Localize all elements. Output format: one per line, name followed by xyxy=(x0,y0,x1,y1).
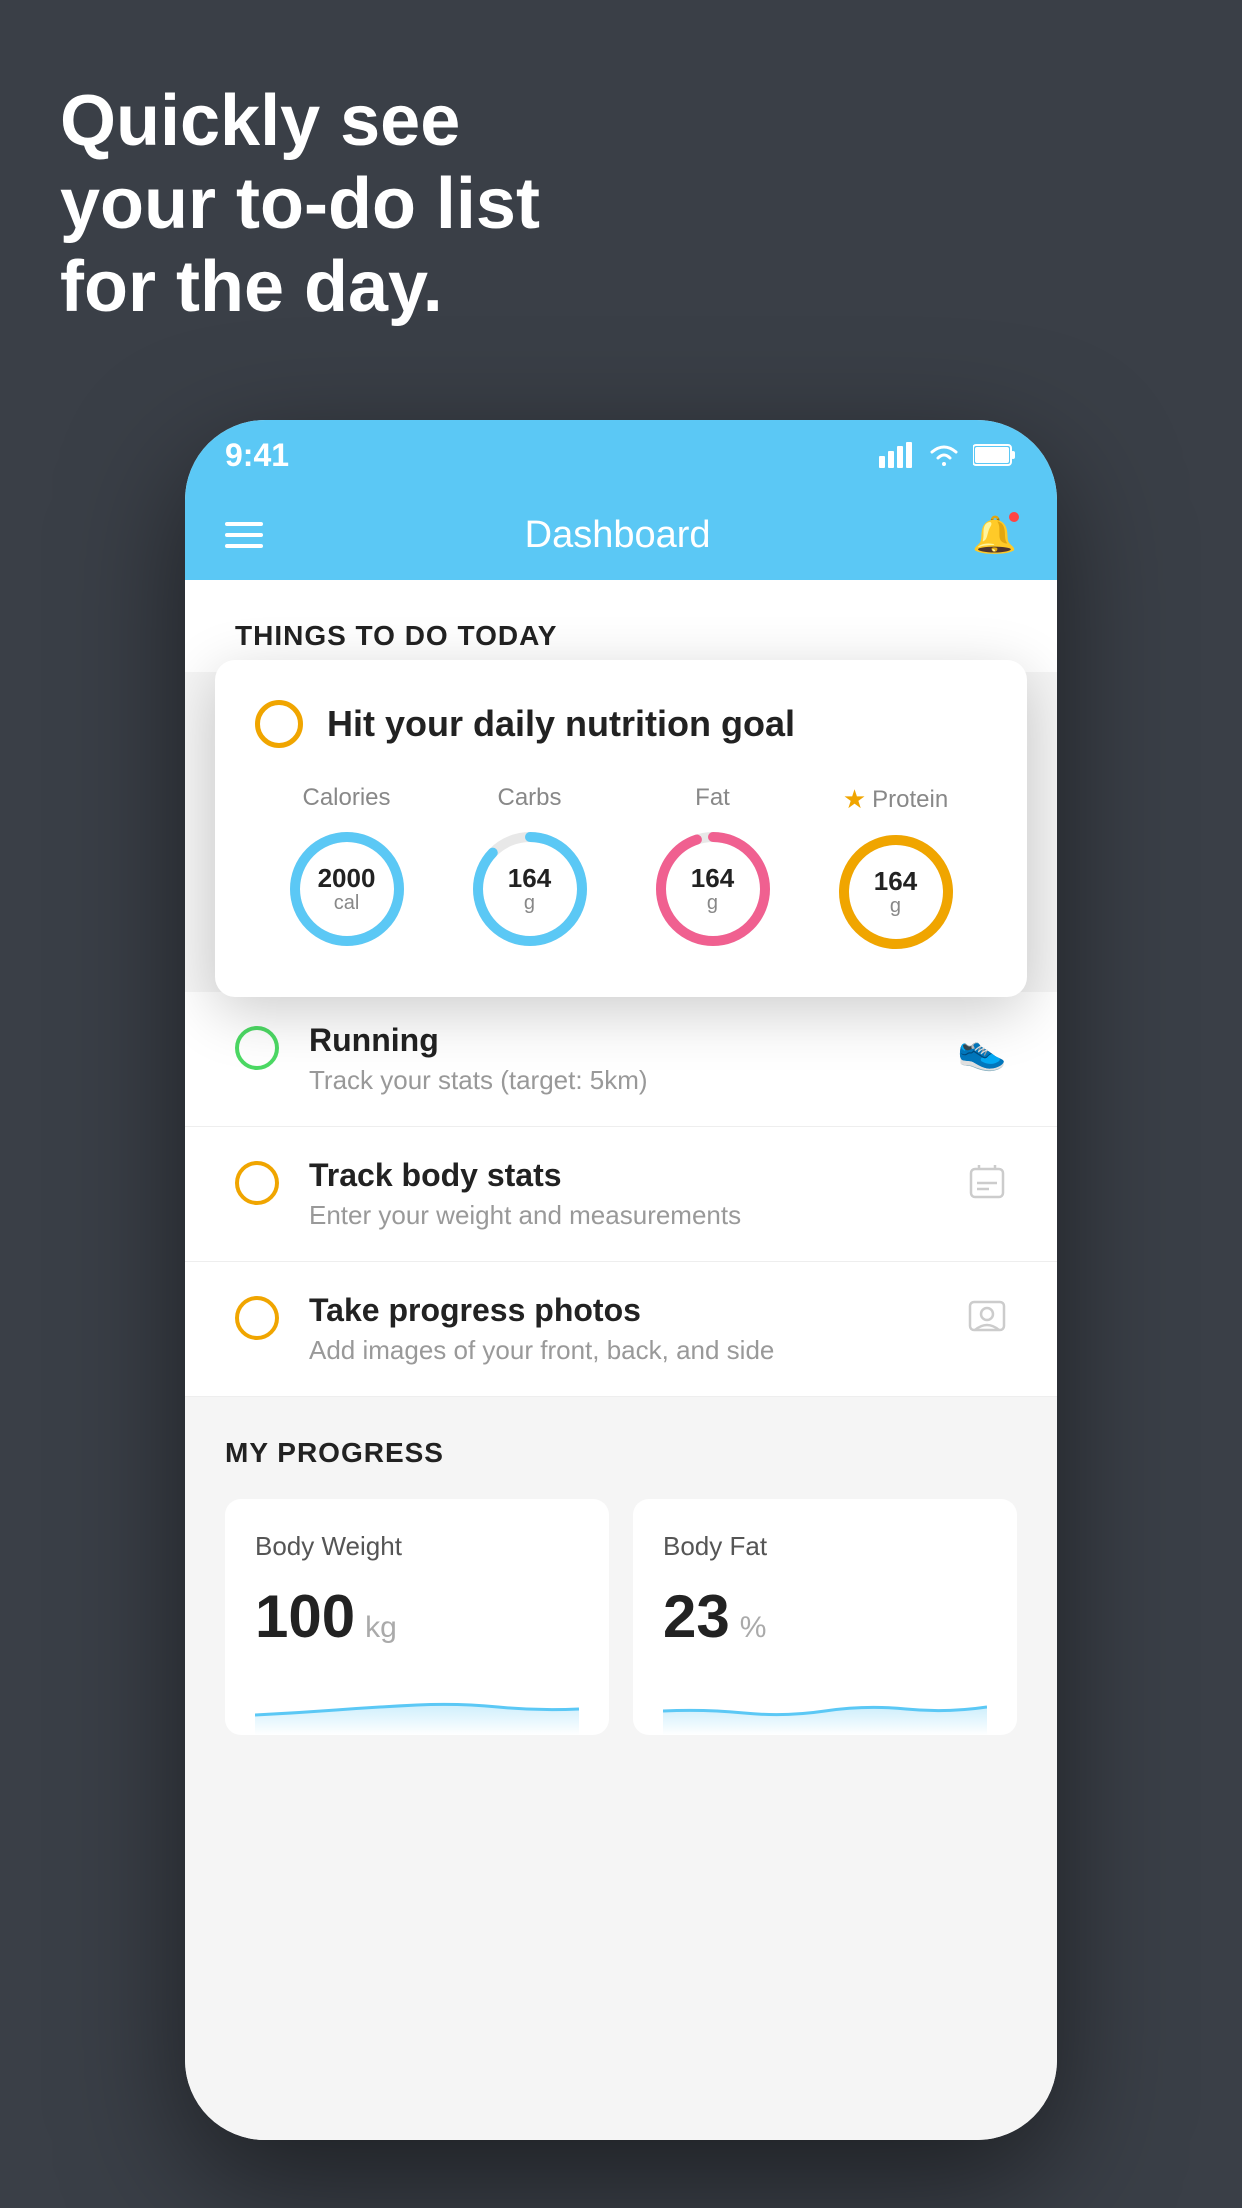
body-weight-value-row: 100 kg xyxy=(255,1582,579,1651)
body-stats-subtitle: Enter your weight and measurements xyxy=(309,1200,937,1231)
body-fat-unit: % xyxy=(740,1611,767,1645)
carbs-chart: 164 g xyxy=(465,824,595,954)
body-stats-title: Track body stats xyxy=(309,1157,937,1194)
wifi-icon xyxy=(927,442,961,468)
scale-icon xyxy=(967,1161,1007,1211)
body-weight-title: Body Weight xyxy=(255,1531,579,1562)
fat-chart: 164 g xyxy=(648,824,778,954)
progress-cards: Body Weight 100 kg xyxy=(225,1499,1017,1735)
progress-photos-subtitle: Add images of your front, back, and side xyxy=(309,1335,937,1366)
todo-list: Running Track your stats (target: 5km) 👟… xyxy=(185,992,1057,1397)
progress-photos-radio[interactable] xyxy=(235,1296,279,1340)
nav-title: Dashboard xyxy=(525,514,711,557)
body-stats-radio[interactable] xyxy=(235,1161,279,1205)
hero-line1: Quickly see xyxy=(60,80,540,163)
running-radio[interactable] xyxy=(235,1026,279,1070)
body-weight-unit: kg xyxy=(365,1611,397,1645)
carbs-value: 164 xyxy=(508,863,551,894)
notification-dot xyxy=(1007,510,1021,524)
hero-line3: for the day. xyxy=(60,246,540,329)
status-icons xyxy=(879,442,1017,468)
progress-section: MY PROGRESS Body Weight 100 kg xyxy=(185,1397,1057,1735)
person-photo-icon xyxy=(967,1296,1007,1346)
protein-label-row: ★ Protein xyxy=(843,784,948,815)
body-fat-value-row: 23 % xyxy=(663,1582,987,1651)
nutrition-card-title: Hit your daily nutrition goal xyxy=(327,703,795,745)
progress-photos-title: Take progress photos xyxy=(309,1292,937,1329)
calories-label: Calories xyxy=(302,784,390,812)
body-fat-card[interactable]: Body Fat 23 % xyxy=(633,1499,1017,1735)
progress-header: MY PROGRESS xyxy=(225,1437,1017,1469)
progress-photos-text: Take progress photos Add images of your … xyxy=(309,1292,937,1366)
nutrition-card: Hit your daily nutrition goal Calories 2… xyxy=(215,660,1027,997)
protein-value: 164 xyxy=(874,866,917,897)
running-shoe-icon: 👟 xyxy=(957,1026,1007,1073)
fat-value: 164 xyxy=(691,863,734,894)
signal-icon xyxy=(879,442,915,468)
nutrition-calories: Calories 2000 cal xyxy=(282,784,412,954)
status-time: 9:41 xyxy=(225,437,289,474)
star-icon: ★ xyxy=(843,784,866,815)
fat-label: Fat xyxy=(695,784,730,812)
todo-running[interactable]: Running Track your stats (target: 5km) 👟 xyxy=(185,992,1057,1127)
nutrition-fat: Fat 164 g xyxy=(648,784,778,954)
body-stats-text: Track body stats Enter your weight and m… xyxy=(309,1157,937,1231)
calories-unit: cal xyxy=(318,892,376,915)
card-title-row: Hit your daily nutrition goal xyxy=(255,700,987,748)
nav-bar: Dashboard 🔔 xyxy=(185,490,1057,580)
calories-value: 2000 xyxy=(318,863,376,894)
carbs-label: Carbs xyxy=(497,784,561,812)
phone-mockup: 9:41 xyxy=(185,420,1057,2140)
content-area: THINGS TO DO TODAY Hit your daily nutrit… xyxy=(185,580,1057,2140)
body-weight-card[interactable]: Body Weight 100 kg xyxy=(225,1499,609,1735)
body-fat-number: 23 xyxy=(663,1582,730,1651)
nutrition-carbs: Carbs 164 g xyxy=(465,784,595,954)
running-text: Running Track your stats (target: 5km) xyxy=(309,1022,927,1096)
fat-unit: g xyxy=(691,892,734,915)
nutrition-protein: ★ Protein 164 g xyxy=(831,784,961,957)
hero-text: Quickly see your to-do list for the day. xyxy=(60,80,540,328)
calories-chart: 2000 cal xyxy=(282,824,412,954)
body-fat-title: Body Fat xyxy=(663,1531,987,1562)
carbs-unit: g xyxy=(508,892,551,915)
menu-button[interactable] xyxy=(225,522,263,548)
body-weight-chart xyxy=(255,1675,579,1735)
running-subtitle: Track your stats (target: 5km) xyxy=(309,1065,927,1096)
todo-progress-photos[interactable]: Take progress photos Add images of your … xyxy=(185,1262,1057,1397)
protein-unit: g xyxy=(874,895,917,918)
status-bar: 9:41 xyxy=(185,420,1057,490)
nutrition-radio[interactable] xyxy=(255,700,303,748)
running-title: Running xyxy=(309,1022,927,1059)
body-weight-number: 100 xyxy=(255,1582,355,1651)
battery-icon xyxy=(973,443,1017,467)
hero-line2: your to-do list xyxy=(60,163,540,246)
things-to-do-header: THINGS TO DO TODAY xyxy=(185,580,1057,672)
body-fat-chart xyxy=(663,1675,987,1735)
protein-label: Protein xyxy=(872,786,948,814)
nutrition-circles: Calories 2000 cal Carbs xyxy=(255,784,987,957)
todo-body-stats[interactable]: Track body stats Enter your weight and m… xyxy=(185,1127,1057,1262)
protein-chart: 164 g xyxy=(831,827,961,957)
notification-bell-button[interactable]: 🔔 xyxy=(972,514,1017,556)
